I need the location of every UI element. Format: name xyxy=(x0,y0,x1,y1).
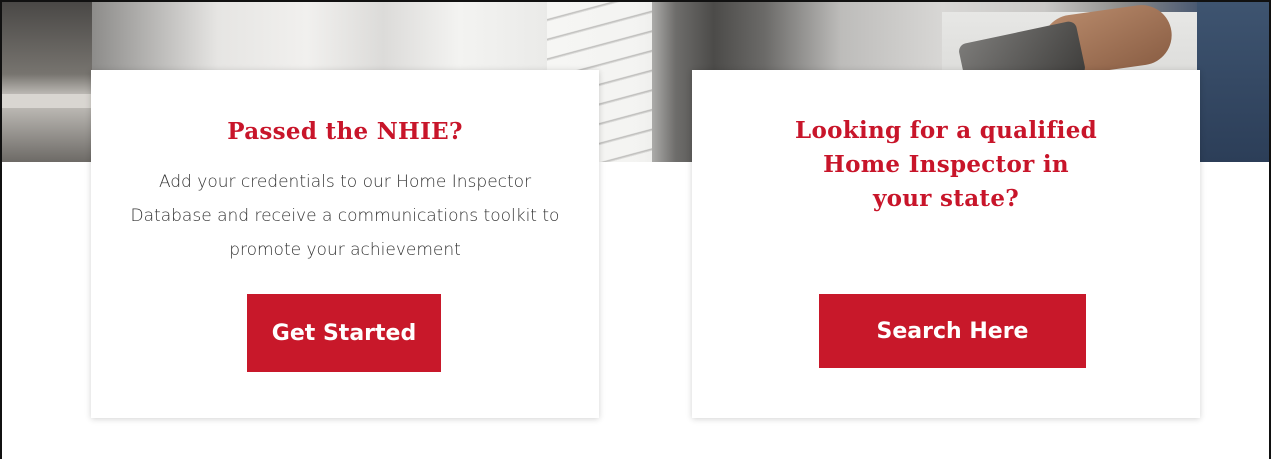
hero-window-sill xyxy=(2,94,97,108)
nhie-card-description: Add your credentials to our Home Inspect… xyxy=(130,172,560,260)
find-inspector-title-line: Home Inspector in xyxy=(823,151,1069,178)
find-inspector-card: Looking for a qualified Home Inspector i… xyxy=(692,70,1200,418)
nhie-card: Passed the NHIE? Add your credentials to… xyxy=(91,70,599,418)
get-started-button[interactable]: Get Started xyxy=(247,294,441,372)
hero-window-shade xyxy=(2,2,92,162)
hero-inspector-shirt xyxy=(1197,2,1269,162)
find-inspector-card-title: Looking for a qualified Home Inspector i… xyxy=(692,114,1200,216)
find-inspector-title-line: Looking for a qualified xyxy=(794,117,1098,144)
page-frame: Passed the NHIE? Add your credentials to… xyxy=(0,0,1271,459)
search-here-button[interactable]: Search Here xyxy=(819,294,1086,368)
nhie-card-title: Passed the NHIE? xyxy=(227,118,463,145)
find-inspector-title-line: your state? xyxy=(872,185,1020,212)
